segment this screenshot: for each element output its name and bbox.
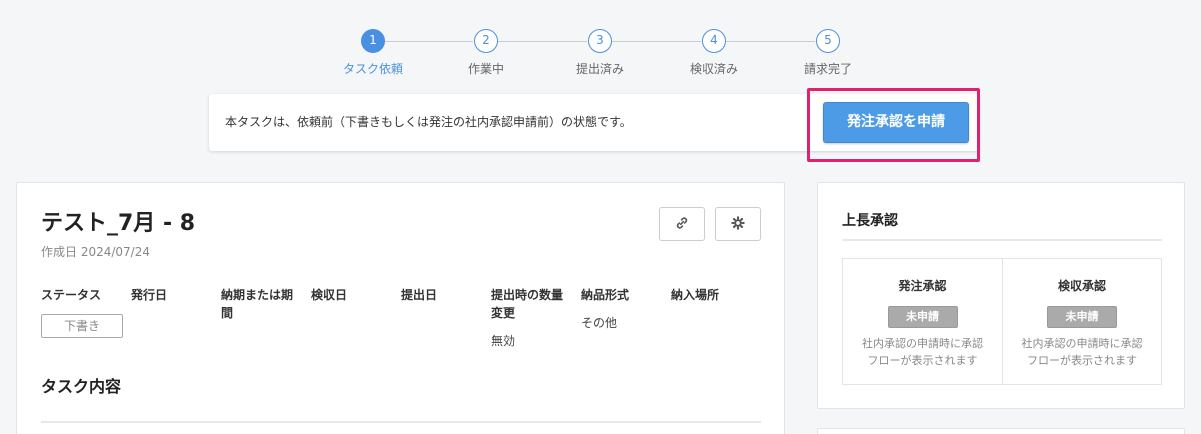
inspection-approval-column: 検収承認 未申請 社内承認の申請時に承認 フローが表示されます: [1002, 259, 1161, 384]
step-3: 3 提出済み: [555, 29, 645, 77]
note-line: 社内承認の申請時に承認: [1021, 337, 1143, 350]
step-number: 5: [816, 29, 840, 53]
task-content-heading: タスク内容: [41, 377, 122, 396]
column-header: 検収承認: [1057, 279, 1106, 293]
note-text: 社内承認の申請時に承認 フローが表示されます: [843, 335, 1002, 369]
field-header: 納品形式: [581, 288, 630, 302]
status-badge: 未申請: [1047, 306, 1117, 328]
note-line: フローが表示されます: [867, 354, 978, 367]
field-delivery-place: 納入場所: [671, 286, 719, 304]
copy-link-button[interactable]: [659, 207, 705, 241]
step-label: 検収済み: [689, 62, 738, 76]
field-header-cont: 間: [221, 306, 234, 320]
field-issue-date: 発行日: [131, 286, 167, 304]
field-header: 提出時の数量: [491, 288, 564, 302]
note-line: 社内承認の申請時に承認: [862, 337, 983, 350]
status-message: 本タスクは、依頼前（下書きもしくは発注の社内承認申請前）の状態です。: [225, 115, 632, 129]
approval-title: 上長承認: [842, 213, 898, 229]
field-header: 提出日: [401, 288, 438, 302]
status-badge: 未申請: [887, 306, 958, 328]
step-number: 1: [361, 29, 385, 53]
note-line: フローが表示されます: [1027, 354, 1137, 367]
divider: [842, 239, 1162, 241]
step-4: 4 検収済み: [669, 29, 759, 77]
step-number: 4: [702, 29, 726, 53]
field-submit-date: 提出日: [401, 286, 437, 304]
settings-button[interactable]: [715, 207, 761, 241]
created-date: 作成日 2024/07/24: [41, 245, 150, 259]
request-order-approval-button[interactable]: 発注承認を申請: [823, 102, 969, 143]
field-header: 検収日: [311, 288, 348, 302]
field-header: 納期または期: [221, 288, 294, 302]
divider: [41, 421, 761, 423]
step-2: 2 作業中: [441, 29, 531, 77]
field-header: 納入場所: [671, 288, 720, 302]
field-delivery-format: 納品形式 その他: [581, 286, 629, 332]
field-value: 無効: [491, 334, 516, 348]
field-header: 発行日: [131, 288, 168, 302]
step-1: 1 タスク依頼: [328, 29, 418, 77]
field-header: ステータス: [41, 288, 102, 302]
field-status: ステータス 下書き: [41, 286, 123, 338]
step-number: 2: [474, 29, 498, 53]
step-5: 5 請求完了: [783, 29, 873, 77]
task-detail-card: テスト_7月 - 8 作成日 2024/07/24 ステータス 下書き 発行日 …: [16, 182, 785, 434]
status-badge: 下書き: [41, 314, 123, 338]
field-value: その他: [581, 316, 618, 330]
step-label: 提出済み: [575, 62, 624, 76]
note-text: 社内承認の申請時に承認 フローが表示されます: [1003, 335, 1161, 369]
next-card: [817, 428, 1185, 434]
field-deadline: 納期または期 間: [221, 286, 293, 322]
step-number: 3: [588, 29, 612, 53]
field-inspection-date: 検収日: [311, 286, 347, 304]
column-header: 発注承認: [898, 279, 947, 293]
step-label: 請求完了: [803, 62, 852, 76]
progress-stepper: 1 タスク依頼 2 作業中 3 提出済み 4 検収済み 5 請求完了: [0, 29, 1201, 79]
link-icon: [675, 215, 689, 234]
field-header-cont: 変更: [491, 306, 516, 320]
order-approval-column: 発注承認 未申請 社内承認の申請時に承認 フローが表示されます: [843, 259, 1002, 384]
task-title: テスト_7月 - 8: [41, 211, 196, 236]
approval-table: 発注承認 未申請 社内承認の申請時に承認 フローが表示されます 検収承認 未申請…: [842, 258, 1162, 385]
manager-approval-card: 上長承認 発注承認 未申請 社内承認の申請時に承認 フローが表示されます 検収承…: [817, 182, 1185, 409]
gear-icon: [731, 215, 745, 234]
step-label: タスク依頼: [342, 62, 403, 76]
field-qty-change: 提出時の数量 変更 無効: [491, 286, 563, 350]
step-label: 作業中: [467, 62, 504, 76]
